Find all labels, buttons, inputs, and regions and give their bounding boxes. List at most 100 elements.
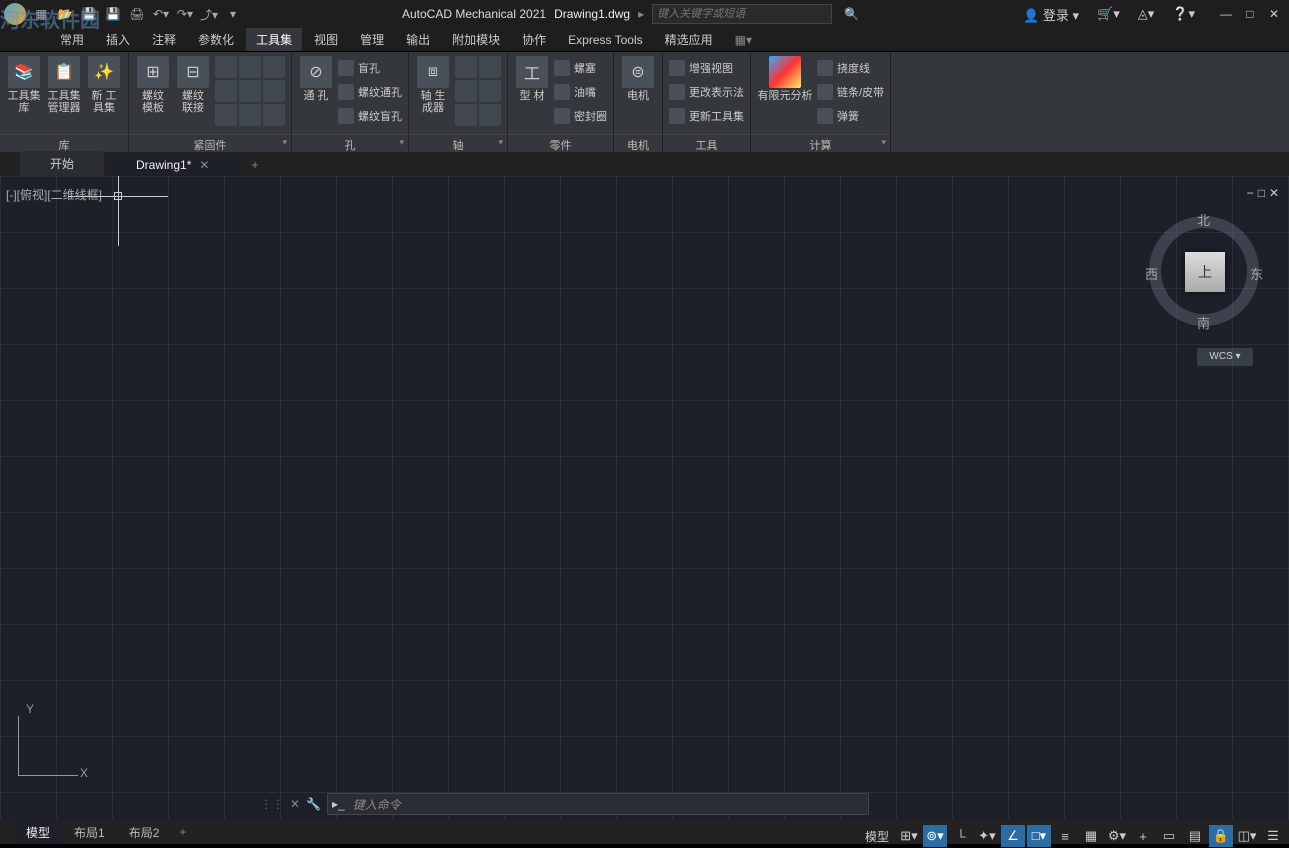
cmd-custom-icon[interactable]: 🔧	[306, 797, 321, 811]
status-annoscale-icon[interactable]: ▤	[1183, 825, 1207, 847]
status-isolate-icon[interactable]: ◫▾	[1235, 825, 1259, 847]
status-layout-icon[interactable]: ▭	[1157, 825, 1181, 847]
status-model-label[interactable]: 模型	[859, 828, 895, 845]
status-gear-icon[interactable]: ⚙▾	[1105, 825, 1129, 847]
btn-thread-through-hole[interactable]: 螺纹通孔	[338, 80, 402, 104]
status-transparency-icon[interactable]: ▦	[1079, 825, 1103, 847]
save-icon[interactable]: 💾	[78, 3, 100, 25]
viewcube-west[interactable]: 西	[1145, 264, 1158, 283]
undo-icon[interactable]: ↶▾	[150, 3, 172, 25]
fastener-icon-9[interactable]	[263, 104, 285, 126]
open-icon[interactable]: 📂	[54, 3, 76, 25]
search-input[interactable]	[652, 4, 832, 24]
qat-dropdown-icon[interactable]: ▾	[222, 3, 244, 25]
fastener-icon-4[interactable]	[215, 80, 237, 102]
vp-maximize-button[interactable]: □	[1258, 186, 1265, 200]
search-icon[interactable]: 🔍	[844, 7, 859, 21]
tab-addins[interactable]: 附加模块	[442, 28, 510, 51]
tab-collab[interactable]: 协作	[512, 28, 556, 51]
viewcube-south[interactable]: 南	[1197, 313, 1210, 332]
btn-fea[interactable]: 有限元分析	[757, 56, 813, 132]
shaft-icon-3[interactable]	[455, 80, 477, 102]
add-layout-button[interactable]: +	[171, 822, 194, 842]
vp-minimize-button[interactable]: −	[1247, 186, 1254, 200]
layout-tab-model[interactable]: 模型	[14, 821, 62, 844]
autodesk-icon[interactable]: ◬▾	[1132, 6, 1161, 22]
command-input[interactable]: ▸_ 键入命令	[327, 793, 869, 815]
cmd-grip-icon[interactable]: ⋮⋮	[260, 797, 284, 811]
fastener-icon-6[interactable]	[263, 80, 285, 102]
close-icon[interactable]: ✕	[199, 158, 209, 172]
help-icon[interactable]: ❔▾	[1166, 6, 1201, 22]
viewcube-north[interactable]: 北	[1197, 210, 1210, 229]
maximize-button[interactable]: □	[1239, 3, 1261, 25]
fastener-icon-8[interactable]	[239, 104, 261, 126]
btn-blind-hole[interactable]: 盲孔	[338, 56, 402, 80]
vp-close-button[interactable]: ✕	[1269, 186, 1279, 200]
print-icon[interactable]: 🖨	[126, 3, 148, 25]
cart-icon[interactable]: 🛒▾	[1091, 6, 1126, 22]
tab-express[interactable]: Express Tools	[558, 30, 652, 50]
new-tab-button[interactable]: +	[241, 154, 268, 176]
signin-button[interactable]: 👤 登录 ▾	[1017, 5, 1085, 24]
status-ortho-icon[interactable]: └	[949, 825, 973, 847]
btn-seal[interactable]: 密封圈	[554, 104, 607, 128]
tab-manage[interactable]: 管理	[350, 28, 394, 51]
btn-profile[interactable]: 工型 材	[514, 56, 550, 132]
tab-home[interactable]: 常用	[50, 28, 94, 51]
btn-library-manager[interactable]: 📋工具集 管理器	[46, 56, 82, 132]
shaft-icon-5[interactable]	[455, 104, 477, 126]
view-cube[interactable]: 上 北 南 西 东	[1139, 206, 1269, 336]
ribbon-switch-icon[interactable]: ▦▾	[725, 30, 762, 50]
tab-insert[interactable]: 插入	[96, 28, 140, 51]
btn-motor[interactable]: ⊜电机	[620, 56, 656, 132]
doc-tab-drawing1[interactable]: Drawing1*✕	[106, 154, 239, 176]
fastener-icon-1[interactable]	[215, 56, 237, 78]
tab-toolset[interactable]: 工具集	[246, 28, 302, 51]
minimize-button[interactable]: —	[1215, 3, 1237, 25]
btn-shaft-generator[interactable]: ⧈轴 生成器	[415, 56, 451, 132]
shaft-icon-6[interactable]	[479, 104, 501, 126]
btn-library[interactable]: 📚工具集 库	[6, 56, 42, 132]
drawing-canvas[interactable]: [-][俯视][二维线框] − □ ✕ 上 北 南 西 东 WCS ▾ Y X …	[0, 176, 1289, 820]
btn-through-hole[interactable]: ⊘通 孔	[298, 56, 334, 132]
fastener-icon-7[interactable]	[215, 104, 237, 126]
doc-tab-start[interactable]: 开始	[20, 151, 104, 176]
viewport-label[interactable]: [-][俯视][二维线框]	[6, 186, 102, 203]
new-icon[interactable]: ▦	[30, 3, 52, 25]
btn-thread-blind-hole[interactable]: 螺纹盲孔	[338, 104, 402, 128]
shaft-icon-4[interactable]	[479, 80, 501, 102]
btn-deflection[interactable]: 挠度线	[817, 56, 884, 80]
btn-new-toolset[interactable]: ✨新 工具集	[86, 56, 122, 132]
btn-nipple[interactable]: 油嘴	[554, 80, 607, 104]
btn-thread-template[interactable]: ⊞螺纹 模板	[135, 56, 171, 132]
shaft-icon-2[interactable]	[479, 56, 501, 78]
btn-chain-belt[interactable]: 链条/皮带	[817, 80, 884, 104]
status-lock-icon[interactable]: 🔒	[1209, 825, 1233, 847]
btn-change-rep[interactable]: 更改表示法	[669, 80, 744, 104]
saveas-icon[interactable]: 💾	[102, 3, 124, 25]
status-polar-icon[interactable]: ✦▾	[975, 825, 999, 847]
tab-parametric[interactable]: 参数化	[188, 28, 244, 51]
tab-annotate[interactable]: 注释	[142, 28, 186, 51]
layout-tab-layout1[interactable]: 布局1	[62, 821, 117, 844]
btn-thread-connect[interactable]: ⊟螺纹 联接	[175, 56, 211, 132]
fastener-icon-2[interactable]	[239, 56, 261, 78]
fastener-icon-5[interactable]	[239, 80, 261, 102]
share-icon[interactable]: ⤴▾	[198, 3, 220, 25]
redo-icon[interactable]: ↷▾	[174, 3, 196, 25]
app-logo-icon[interactable]	[4, 3, 26, 25]
tab-featured[interactable]: 精选应用	[655, 28, 723, 51]
status-lineweight-icon[interactable]: ≡	[1053, 825, 1077, 847]
wcs-dropdown[interactable]: WCS ▾	[1197, 348, 1253, 366]
cmd-close-icon[interactable]: ✕	[290, 797, 300, 811]
status-track-icon[interactable]: ∠	[1001, 825, 1025, 847]
btn-update-toolset[interactable]: 更新工具集	[669, 104, 744, 128]
status-grid-icon[interactable]: ⊞▾	[897, 825, 921, 847]
btn-spring[interactable]: 弹簧	[817, 104, 884, 128]
shaft-icon-1[interactable]	[455, 56, 477, 78]
layout-tab-layout2[interactable]: 布局2	[117, 821, 172, 844]
tab-view[interactable]: 视图	[304, 28, 348, 51]
status-menu-icon[interactable]: ☰	[1261, 825, 1285, 847]
status-osnap-icon[interactable]: □▾	[1027, 825, 1051, 847]
